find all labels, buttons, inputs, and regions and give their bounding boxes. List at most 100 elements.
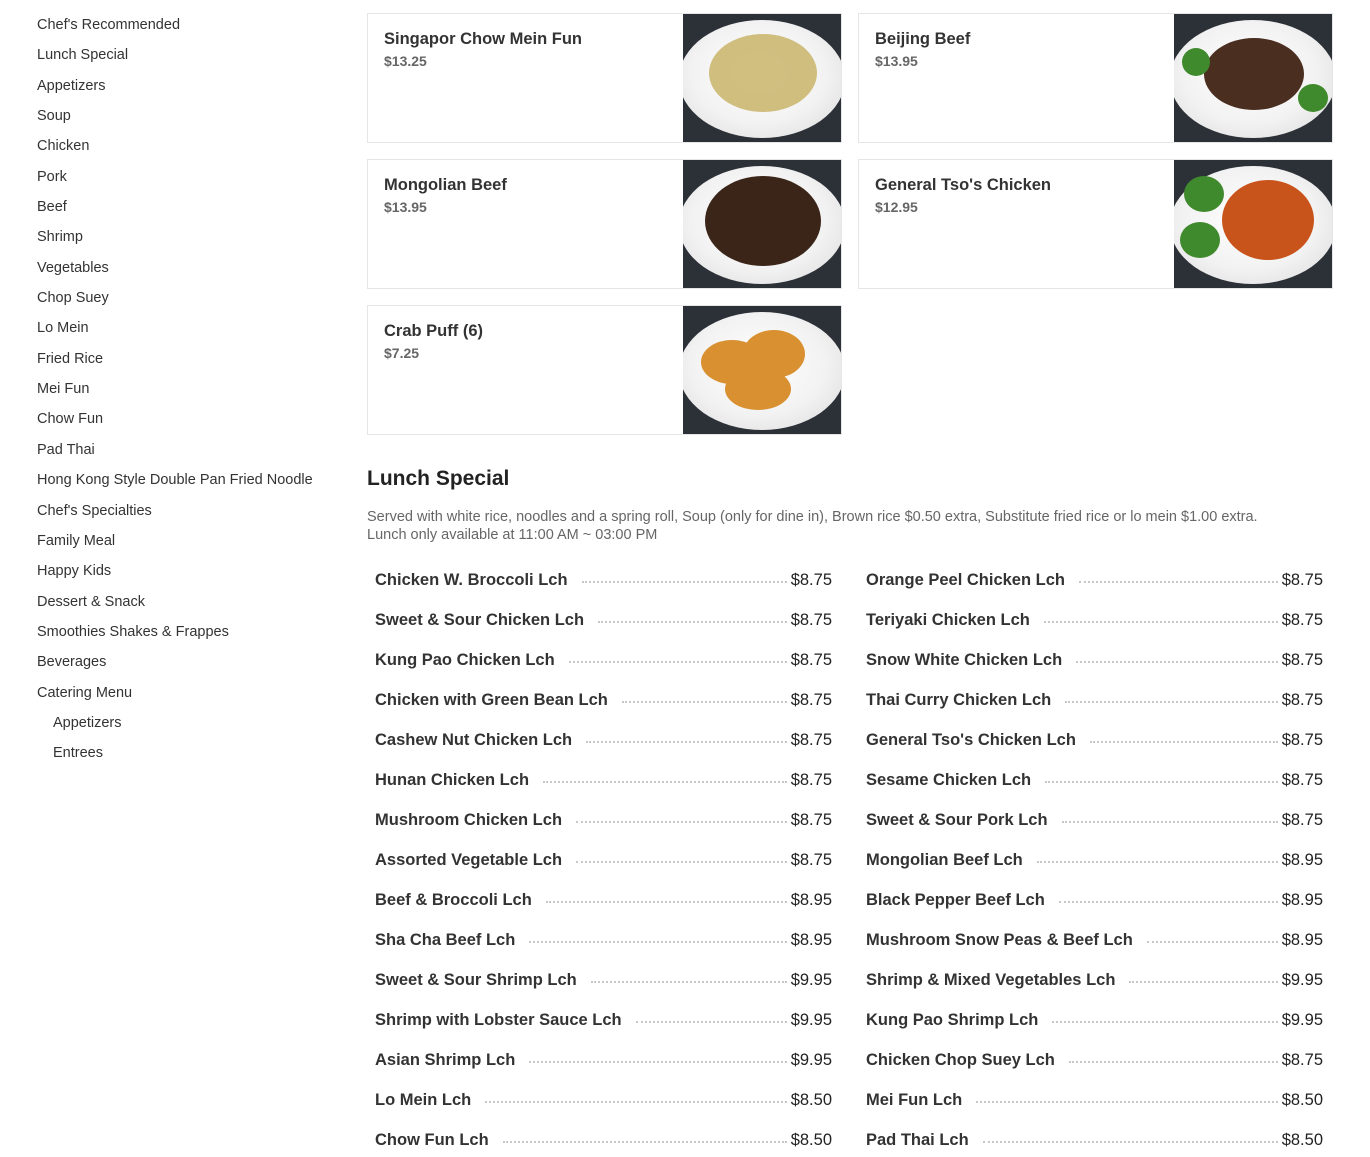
menu-item[interactable]: Thai Curry Chicken Lch $8.75: [858, 680, 1323, 720]
menu-item-name: Sweet & Sour Pork Lch: [866, 810, 1048, 829]
menu-item[interactable]: Shrimp with Lobster Sauce Lch $9.95: [367, 1000, 832, 1040]
menu-item[interactable]: Asian Shrimp Lch $9.95: [367, 1040, 832, 1080]
section-description-text: Served with white rice, noodles and a sp…: [367, 509, 1258, 525]
sidebar-item-chefs-recommended[interactable]: Chef's Recommended: [37, 10, 337, 40]
featured-card[interactable]: Singapor Chow Mein Fun $13.25: [367, 13, 842, 143]
sidebar-item-smoothies[interactable]: Smoothies Shakes & Frappes: [37, 617, 337, 647]
sidebar-item-pork[interactable]: Pork: [37, 162, 337, 192]
sidebar-item-family-meal[interactable]: Family Meal: [37, 526, 337, 556]
menu-item[interactable]: General Tso's Chicken Lch $8.75: [858, 720, 1323, 760]
sidebar-item-lo-mein[interactable]: Lo Mein: [37, 313, 337, 343]
sidebar-item-soup[interactable]: Soup: [37, 101, 337, 131]
menu-item-price: $8.75: [1281, 690, 1323, 709]
sidebar-item-mei-fun[interactable]: Mei Fun: [37, 374, 337, 404]
sidebar-item-lunch-special[interactable]: Lunch Special: [37, 40, 337, 70]
menu-item[interactable]: Pad Thai Lch $8.50: [858, 1120, 1323, 1157]
menu-item[interactable]: Sweet & Sour Pork Lch $8.75: [858, 800, 1323, 840]
menu-item[interactable]: Snow White Chicken Lch $8.75: [858, 640, 1323, 680]
sidebar-item-beverages[interactable]: Beverages: [37, 647, 337, 677]
menu-item-name: Sha Cha Beef Lch: [375, 930, 516, 949]
featured-card[interactable]: Crab Puff (6) $7.25: [367, 305, 842, 435]
menu-item[interactable]: Lo Mein Lch $8.50: [367, 1080, 832, 1120]
menu-item[interactable]: Cashew Nut Chicken Lch $8.75: [367, 720, 832, 760]
menu-item-name: Shrimp with Lobster Sauce Lch: [375, 1010, 622, 1029]
featured-card[interactable]: Beijing Beef $13.95: [858, 13, 1333, 143]
dotted-leader: [568, 661, 787, 663]
menu-item-price: $8.75: [1281, 770, 1323, 789]
dish-name: Beijing Beef: [875, 30, 971, 48]
menu-item-name: Teriyaki Chicken Lch: [866, 610, 1030, 629]
menu-item-price: $8.75: [1281, 1050, 1323, 1069]
broccoli-image: [1184, 176, 1224, 212]
dish-photo: [683, 160, 841, 288]
menu-item-name: Lo Mein Lch: [375, 1090, 472, 1109]
menu-item-name: Snow White Chicken Lch: [866, 650, 1063, 669]
sidebar-item-chop-suey[interactable]: Chop Suey: [37, 283, 337, 313]
sidebar-subitem-catering-appetizers[interactable]: Appetizers: [37, 708, 337, 738]
dotted-leader: [485, 1101, 787, 1103]
sidebar-item-hong-kong-noodle[interactable]: Hong Kong Style Double Pan Fried Noodle: [37, 465, 337, 495]
sidebar-item-chow-fun[interactable]: Chow Fun: [37, 404, 337, 434]
food-image: [709, 34, 817, 112]
sidebar-item-shrimp[interactable]: Shrimp: [37, 222, 337, 252]
featured-card[interactable]: Mongolian Beef $13.95: [367, 159, 842, 289]
menu-item[interactable]: Sweet & Sour Shrimp Lch $9.95: [367, 960, 832, 1000]
menu-item[interactable]: Hunan Chicken Lch $8.75: [367, 760, 832, 800]
menu-item-name: Sesame Chicken Lch: [866, 770, 1032, 789]
sidebar-item-dessert-snack[interactable]: Dessert & Snack: [37, 587, 337, 617]
menu-item[interactable]: Shrimp & Mixed Vegetables Lch $9.95: [858, 960, 1323, 1000]
menu-item-price: $8.75: [1281, 650, 1323, 669]
sidebar-item-happy-kids[interactable]: Happy Kids: [37, 556, 337, 586]
menu-item[interactable]: Kung Pao Chicken Lch $8.75: [367, 640, 832, 680]
sidebar-item-vegetables[interactable]: Vegetables: [37, 253, 337, 283]
sidebar-item-chefs-specialties[interactable]: Chef's Specialties: [37, 496, 337, 526]
featured-card[interactable]: General Tso's Chicken $12.95: [858, 159, 1333, 289]
sidebar-item-beef[interactable]: Beef: [37, 192, 337, 222]
card-info: Singapor Chow Mein Fun $13.25: [384, 30, 582, 69]
dotted-leader: [1058, 901, 1278, 903]
menu-item[interactable]: Chicken with Green Bean Lch $8.75: [367, 680, 832, 720]
menu-item[interactable]: Mushroom Chicken Lch $8.75: [367, 800, 832, 840]
menu-item[interactable]: Sweet & Sour Chicken Lch $8.75: [367, 600, 832, 640]
dotted-leader: [529, 941, 787, 943]
menu-item-name: Mushroom Chicken Lch: [375, 810, 563, 829]
menu-item[interactable]: Orange Peel Chicken Lch $8.75: [858, 560, 1323, 600]
menu-item[interactable]: Beef & Broccoli Lch $8.95: [367, 880, 832, 920]
menu-item-name: Mushroom Snow Peas & Beef Lch: [866, 930, 1133, 949]
menu-item[interactable]: Sesame Chicken Lch $8.75: [858, 760, 1323, 800]
section-title: Lunch Special: [367, 467, 510, 490]
menu-item[interactable]: Mei Fun Lch $8.50: [858, 1080, 1323, 1120]
menu-item[interactable]: Chicken W. Broccoli Lch $8.75: [367, 560, 832, 600]
menu-item[interactable]: Black Pepper Beef Lch $8.95: [858, 880, 1323, 920]
menu-item[interactable]: Assorted Vegetable Lch $8.75: [367, 840, 832, 880]
dotted-leader: [1146, 941, 1278, 943]
dotted-leader: [1052, 1021, 1278, 1023]
sidebar-item-appetizers[interactable]: Appetizers: [37, 71, 337, 101]
menu-item-price: $8.95: [1281, 930, 1323, 949]
sidebar-item-chicken[interactable]: Chicken: [37, 131, 337, 161]
menu-item[interactable]: Chicken Chop Suey Lch $8.75: [858, 1040, 1323, 1080]
broccoli-image: [1180, 222, 1220, 258]
sidebar-item-fried-rice[interactable]: Fried Rice: [37, 344, 337, 374]
menu-item[interactable]: Teriyaki Chicken Lch $8.75: [858, 600, 1323, 640]
menu-item[interactable]: Sha Cha Beef Lch $8.95: [367, 920, 832, 960]
dotted-leader: [1061, 821, 1278, 823]
menu-item[interactable]: Kung Pao Shrimp Lch $9.95: [858, 1000, 1323, 1040]
menu-column-right: Orange Peel Chicken Lch $8.75 Teriyaki Chi…: [858, 560, 1323, 1157]
menu-item-name: Kung Pao Chicken Lch: [375, 650, 555, 669]
sidebar-subitem-catering-entrees[interactable]: Entrees: [37, 738, 337, 768]
menu-item-name: Orange Peel Chicken Lch: [866, 570, 1065, 589]
menu-item-name: General Tso's Chicken Lch: [866, 730, 1076, 749]
menu-item[interactable]: Mushroom Snow Peas & Beef Lch $8.95: [858, 920, 1323, 960]
sidebar-item-catering-menu[interactable]: Catering Menu: [37, 678, 337, 708]
menu-item-price: $8.50: [1281, 1130, 1323, 1149]
menu-item[interactable]: Chow Fun Lch $8.50: [367, 1120, 832, 1157]
sidebar-item-pad-thai[interactable]: Pad Thai: [37, 435, 337, 465]
dish-price: $7.25: [384, 345, 420, 361]
menu-item[interactable]: Mongolian Beef Lch $8.95: [858, 840, 1323, 880]
card-info: General Tso's Chicken $12.95: [875, 176, 1051, 215]
menu-item-price: $8.75: [1281, 730, 1323, 749]
dotted-leader: [1089, 741, 1278, 743]
menu-item-price: $8.75: [790, 570, 832, 589]
menu-item-price: $8.75: [1281, 810, 1323, 829]
